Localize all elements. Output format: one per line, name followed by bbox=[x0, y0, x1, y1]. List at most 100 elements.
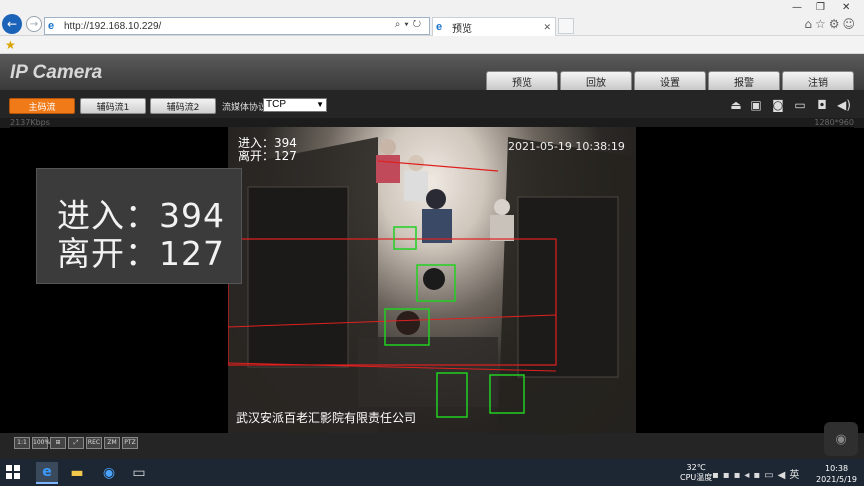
maximize-button[interactable]: ❐ bbox=[816, 2, 825, 13]
person-head bbox=[396, 311, 420, 335]
camera-header: IP Camera 预览 回放 设置 报警 注销 bbox=[0, 54, 864, 90]
search-icon[interactable]: ⌕ bbox=[395, 19, 405, 30]
camera-feed[interactable]: 进入：394 离开：127 2021-05-19 10:38:19 武汉安派百老… bbox=[228, 127, 636, 433]
person-body bbox=[422, 209, 452, 243]
person-body bbox=[490, 215, 514, 241]
tab-title: 预览 bbox=[452, 23, 472, 35]
back-button[interactable]: ← bbox=[2, 14, 22, 34]
person-body bbox=[404, 171, 428, 201]
person-head bbox=[408, 155, 424, 171]
print-icon[interactable]: ⏏ bbox=[728, 98, 744, 112]
chevron-down-icon: ▼ bbox=[316, 100, 324, 109]
tool-grid-button[interactable]: ⊞ bbox=[50, 437, 66, 449]
browser-tab[interactable]: e 预览 ✕ bbox=[432, 17, 556, 36]
start-button[interactable] bbox=[6, 465, 20, 479]
feed-scene bbox=[228, 137, 636, 433]
new-tab-button[interactable] bbox=[558, 18, 574, 34]
close-window-button[interactable]: ✕ bbox=[842, 2, 850, 13]
tool-ptz-button[interactable]: PTZ bbox=[122, 437, 138, 449]
right-shelf bbox=[517, 196, 619, 378]
tray-app-icon[interactable]: ▪ bbox=[723, 470, 734, 481]
tab-logout[interactable]: 注销 bbox=[782, 71, 854, 90]
tool-record-button[interactable]: REC bbox=[86, 437, 102, 449]
feed-out-count: 离开：127 bbox=[238, 149, 297, 163]
favorites-bar: ★ bbox=[0, 36, 864, 54]
chat-icon: ◉ bbox=[835, 431, 847, 447]
forward-arrow-icon: → bbox=[29, 18, 39, 30]
preview-toolbar: 主码流 辅码流1 辅码流2 流媒体协议 TCP ▼ ⏏ ▣ ◙ ▭ ◘ ◀) bbox=[0, 90, 864, 118]
sub-stream-2-button[interactable]: 辅码流2 bbox=[150, 98, 216, 114]
tray-app-icon[interactable]: ▪ bbox=[734, 470, 745, 481]
tab-playback[interactable]: 回放 bbox=[560, 71, 632, 90]
tool-fullscreen-button[interactable]: ⤢ bbox=[68, 437, 84, 449]
feed-company-label: 武汉安派百老汇影院有限责任公司 bbox=[236, 411, 417, 425]
feed-count-overlay: 进入：394 离开：127 bbox=[238, 137, 297, 163]
tab-close-icon[interactable]: ✕ bbox=[543, 22, 551, 33]
network-icon[interactable]: ▭ bbox=[764, 470, 777, 481]
record-icon[interactable]: ▭ bbox=[792, 98, 808, 112]
volume-icon[interactable]: ◀) bbox=[836, 98, 852, 112]
cpu-temp-value: 32℃ bbox=[686, 463, 706, 472]
tool-zoom-button[interactable]: ZM bbox=[104, 437, 120, 449]
terminal-taskbar-icon[interactable]: ▭ bbox=[128, 462, 150, 484]
system-tray: ▪▪▪◂▪▭◀英 bbox=[712, 466, 803, 481]
person-head bbox=[426, 189, 446, 209]
person-head bbox=[423, 268, 445, 290]
forward-button[interactable]: → bbox=[26, 16, 42, 32]
ie-taskbar-icon[interactable]: e bbox=[36, 462, 58, 484]
tab-settings[interactable]: 设置 bbox=[634, 71, 706, 90]
counter bbox=[358, 337, 498, 407]
side-chat-button[interactable]: ◉ bbox=[824, 422, 858, 456]
protocol-value: TCP bbox=[266, 99, 286, 110]
snapshot-icon[interactable]: ◙ bbox=[770, 98, 786, 112]
app-taskbar-icon[interactable]: ◉ bbox=[98, 462, 120, 484]
resolution-readout: 1280*960 bbox=[814, 118, 854, 127]
tab-alarm[interactable]: 报警 bbox=[708, 71, 780, 90]
file-explorer-icon[interactable]: ▬ bbox=[66, 462, 88, 484]
address-tools[interactable]: ⌕▾↻ bbox=[395, 19, 425, 30]
windows-logo-icon bbox=[6, 465, 12, 471]
clock-time: 10:38 bbox=[824, 464, 849, 473]
tool-100pct-button[interactable]: 100% bbox=[32, 437, 50, 449]
back-arrow-icon: ← bbox=[6, 17, 18, 31]
bottom-toolbar: 1:1 100% ⊞ ⤢ REC ZM PTZ bbox=[0, 433, 864, 459]
star-icon[interactable]: ☆ bbox=[815, 17, 829, 31]
tool-1to1-button[interactable]: 1:1 bbox=[14, 437, 30, 449]
bitrate-readout: 2137Kbps bbox=[10, 118, 50, 127]
person-head bbox=[494, 199, 510, 215]
person-body bbox=[376, 155, 400, 183]
clock[interactable]: 10:38 2021/5/19 bbox=[816, 463, 857, 485]
ime-indicator[interactable]: 英 bbox=[789, 470, 803, 481]
clock-date: 2021/5/19 bbox=[816, 475, 858, 484]
zoom-out-count: 离开：127 bbox=[57, 234, 225, 273]
browser-right-icons: ⌂☆⚙☺ bbox=[804, 17, 858, 31]
address-bar[interactable]: e http://192.168.10.229/ ⌕▾↻ bbox=[44, 17, 430, 35]
protocol-select[interactable]: TCP ▼ bbox=[263, 98, 327, 112]
speaker-icon[interactable]: ◀ bbox=[778, 470, 790, 481]
browser-toolbar: ← → e http://192.168.10.229/ ⌕▾↻ e 预览 ✕ … bbox=[0, 0, 864, 36]
ie-page-icon: e bbox=[48, 20, 55, 32]
person-head bbox=[380, 139, 396, 155]
home-icon[interactable]: ⌂ bbox=[804, 17, 815, 31]
minimize-button[interactable]: — bbox=[792, 2, 802, 13]
tray-app-icon[interactable]: ▪ bbox=[753, 470, 764, 481]
cpu-temperature[interactable]: 32℃ CPU温度 bbox=[680, 463, 712, 483]
tab-preview[interactable]: 预览 bbox=[486, 71, 558, 90]
detection-box bbox=[393, 226, 417, 250]
camera-icon[interactable]: ◘ bbox=[814, 98, 830, 112]
cpu-temp-label: CPU温度 bbox=[680, 473, 713, 482]
tray-app-icon[interactable]: ▪ bbox=[712, 470, 723, 481]
gear-icon[interactable]: ⚙ bbox=[829, 17, 843, 31]
main-stream-button[interactable]: 主码流 bbox=[9, 98, 75, 114]
favorites-star-icon[interactable]: ★ bbox=[5, 38, 16, 52]
zoom-count-panel: 进入：394 离开：127 bbox=[36, 168, 242, 284]
smiley-icon[interactable]: ☺ bbox=[842, 17, 858, 31]
refresh-icon[interactable]: ↻ bbox=[413, 19, 425, 30]
feed-timestamp: 2021-05-19 10:38:19 bbox=[508, 140, 625, 153]
settings-icon[interactable]: ▣ bbox=[748, 98, 764, 112]
sub-stream-1-button[interactable]: 辅码流1 bbox=[80, 98, 146, 114]
address-url[interactable]: http://192.168.10.229/ bbox=[64, 21, 161, 32]
app-title: IP Camera bbox=[10, 62, 103, 83]
protocol-label: 流媒体协议 bbox=[222, 103, 268, 113]
left-shelf bbox=[247, 186, 349, 368]
